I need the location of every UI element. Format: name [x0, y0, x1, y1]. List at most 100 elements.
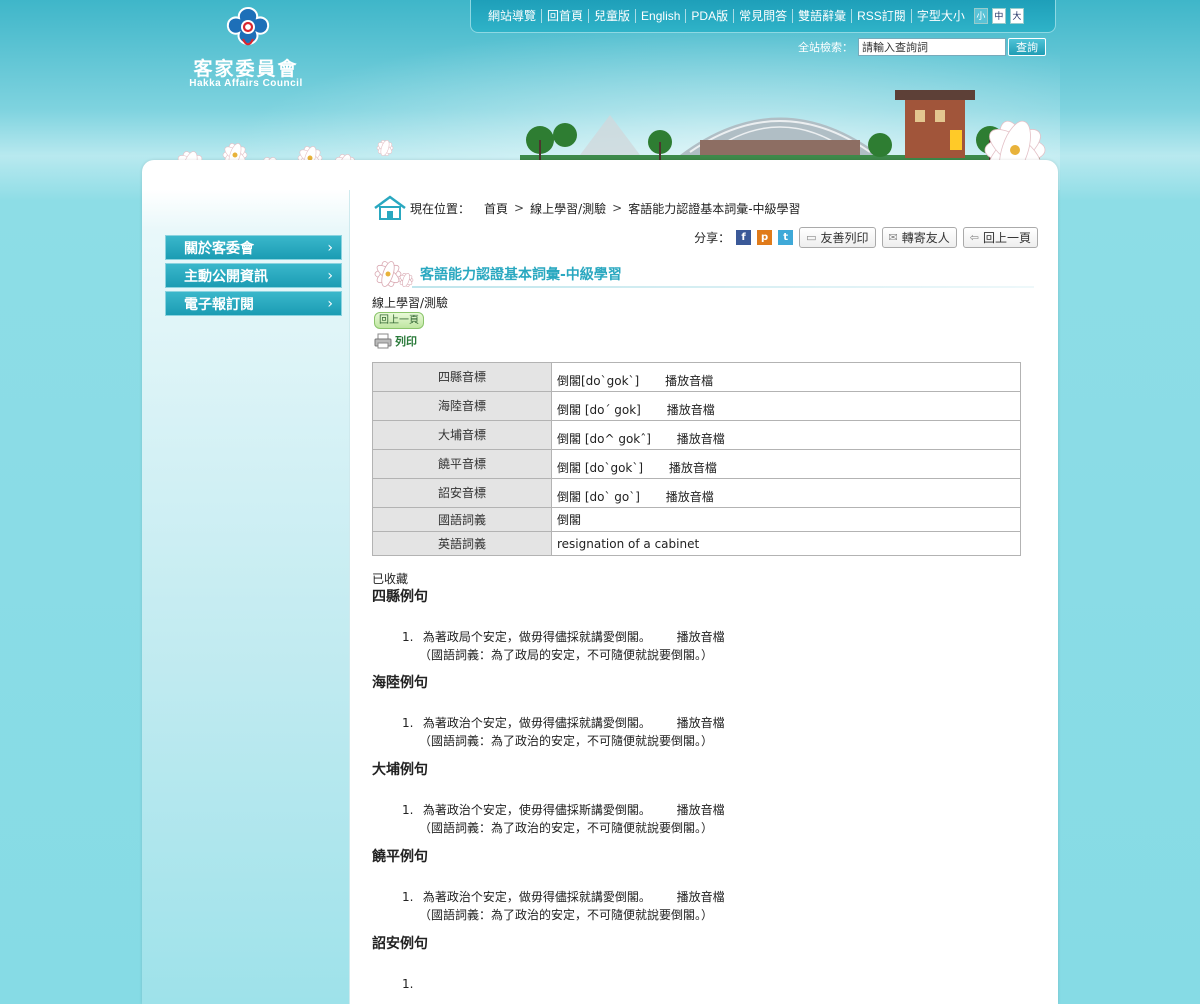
play-audio-link[interactable]: 播放音檔 — [677, 716, 725, 730]
title-divider — [412, 286, 1034, 288]
back-small-button[interactable]: 回上一頁 — [374, 312, 424, 329]
row-value: 倒閣 [do^ gokˆ] 播放音檔 — [551, 420, 1021, 450]
arrow-left-icon: ⇦ — [969, 231, 979, 244]
nav-home[interactable]: 回首頁 — [542, 9, 590, 23]
list-item: 1. 為著政局个安定，做毋得儘採就講愛倒閣。 播放音檔 （國語詞義：為了政局的安… — [402, 628, 872, 664]
row-label: 饒平音標 — [372, 449, 552, 479]
plurk-icon[interactable]: p — [757, 230, 773, 245]
example-section-title: 大埔例句 — [372, 762, 428, 778]
breadcrumb-home[interactable]: 首頁 — [484, 200, 508, 217]
table-row: 大埔音標 倒閣 [do^ gokˆ] 播放音檔 — [372, 420, 1021, 450]
back-button[interactable]: ⇦ 回上一頁 — [962, 227, 1038, 248]
example-sentence: 為著政治个安定，做毋得儘採就講愛倒閣。 — [422, 716, 651, 730]
item-number: 1. — [402, 977, 414, 991]
row-label: 海陸音標 — [372, 391, 552, 421]
category-label: 線上學習/測驗 — [372, 296, 449, 310]
collected-status: 已收藏 — [372, 572, 409, 586]
row-value: 倒閣 — [551, 507, 1021, 532]
print-link[interactable]: 列印 — [374, 333, 417, 349]
row-value: 倒閣[do`gok`] 播放音檔 — [551, 362, 1021, 392]
nav-glossary[interactable]: 雙語辭彙 — [793, 9, 853, 23]
pronunciation-text: 倒閣 [do`gok`] — [557, 461, 644, 475]
item-number: 1. — [402, 716, 414, 730]
font-size-medium-button[interactable]: 中 — [991, 8, 1006, 24]
home-icon — [374, 195, 406, 220]
print-label: 列印 — [395, 335, 417, 348]
row-value: 倒閣 [do´ gok] 播放音檔 — [551, 391, 1021, 421]
breadcrumb-online-learning[interactable]: 線上學習/測驗 — [530, 200, 606, 217]
row-label: 大埔音標 — [372, 420, 552, 450]
facebook-icon[interactable]: f — [736, 230, 752, 245]
play-audio-link[interactable]: 播放音檔 — [665, 374, 713, 388]
breadcrumb: 現在位置： 首頁 > 線上學習/測驗 > 客語能力認證基本詞彙-中級學習 — [372, 194, 801, 222]
sidebar-item-label: 電子報訂閱 — [184, 296, 254, 313]
friendly-print-label: 友善列印 — [820, 231, 869, 245]
item-number: 1. — [402, 890, 414, 904]
search-input[interactable] — [858, 38, 1006, 56]
play-audio-link[interactable]: 播放音檔 — [667, 403, 715, 417]
printer-icon: ▭ — [806, 231, 817, 244]
font-size-large-button[interactable]: 大 — [1009, 8, 1024, 24]
sidebar-item-label: 主動公開資訊 — [184, 268, 268, 285]
hakka-logo-icon — [226, 6, 270, 46]
list-item: 1. 為著政治个安定，使毋得儘採斯講愛倒閣。 播放音檔 （國語詞義：為了政治的安… — [402, 801, 872, 837]
sidebar-item-about[interactable]: 關於客委會 › — [165, 235, 342, 260]
sidebar-item-label: 關於客委會 — [184, 240, 254, 257]
example-section: 海陸例句 1. 為著政治个安定，做毋得儘採就講愛倒閣。 播放音檔 （國語詞義：為… — [372, 672, 872, 750]
site-logo[interactable]: 客家委員會 Hakka Affairs Council — [186, 6, 306, 92]
table-row: 國語詞義 倒閣 — [372, 507, 1021, 532]
table-row: 四縣音標 倒閣[do`gok`] 播放音檔 — [372, 362, 1021, 392]
list-item: 1. 為著政治个安定，做毋得儘採就講愛倒閣。 播放音檔 （國語詞義：為了政治的安… — [402, 888, 872, 924]
row-label: 英語詞義 — [372, 531, 552, 556]
sidebar-item-newsletter[interactable]: 電子報訂閱 › — [165, 291, 342, 316]
sidebar-item-public-info[interactable]: 主動公開資訊 › — [165, 263, 342, 288]
forward-to-friend-button[interactable]: ✉ 轉寄友人 — [881, 227, 957, 248]
nav-pda[interactable]: PDA版 — [686, 9, 735, 23]
twitter-icon[interactable]: t — [778, 230, 794, 245]
row-label: 國語詞義 — [372, 507, 552, 532]
nav-font-size-label: 字型大小 — [916, 9, 965, 23]
share-label: 分享： — [694, 231, 731, 245]
example-section-title: 詔安例句 — [372, 936, 428, 952]
breadcrumb-separator: > — [514, 201, 525, 215]
pronunciation-text: 倒閣 [do^ gokˆ] — [557, 432, 651, 446]
list-item: 1. 為著政治个安定，做毋得儘採就講愛倒閣。 播放音檔 （國語詞義：為了政治的安… — [402, 714, 872, 750]
nav-rss[interactable]: RSS訂閱 — [852, 9, 912, 23]
pronunciation-text: 倒閣 [do` go`] — [557, 490, 640, 504]
back-label: 回上一頁 — [982, 231, 1031, 245]
example-translation: （國語詞義：為了政治的安定，不可隨便就說要倒閣。） — [419, 908, 714, 922]
example-section-title: 四縣例句 — [372, 589, 428, 605]
list-item: 1. — [402, 975, 872, 993]
flower-icon — [374, 261, 414, 288]
play-audio-link[interactable]: 播放音檔 — [677, 432, 725, 446]
play-audio-link[interactable]: 播放音檔 — [666, 490, 714, 504]
nav-faq[interactable]: 常見問答 — [734, 9, 794, 23]
breadcrumb-current[interactable]: 客語能力認證基本詞彙-中級學習 — [628, 200, 800, 217]
item-number: 1. — [402, 630, 414, 644]
play-audio-link[interactable]: 播放音檔 — [677, 630, 725, 644]
play-audio-link[interactable]: 播放音檔 — [669, 461, 717, 475]
friendly-print-button[interactable]: ▭ 友善列印 — [799, 227, 876, 248]
logo-english-name: Hakka Affairs Council — [189, 78, 303, 89]
item-number: 1. — [402, 803, 414, 817]
nav-kids[interactable]: 兒童版 — [589, 9, 637, 23]
envelope-icon: ✉ — [888, 231, 898, 244]
nav-sitemap[interactable]: 網站導覽 — [483, 9, 543, 23]
nav-english[interactable]: English — [636, 9, 687, 23]
sidebar-menu: 關於客委會 › 主動公開資訊 › 電子報訂閱 › — [165, 235, 342, 319]
row-label: 詔安音標 — [372, 478, 552, 508]
row-value: 倒閣 [do`gok`] 播放音檔 — [551, 449, 1021, 479]
logo-chinese-name: 客家委員會 — [193, 58, 299, 80]
chevron-right-icon: › — [327, 267, 333, 284]
example-section-title: 饒平例句 — [372, 849, 428, 865]
word-pronunciation-table: 四縣音標 倒閣[do`gok`] 播放音檔 海陸音標 倒閣 [do´ gok] … — [372, 362, 1021, 556]
font-size-small-button[interactable]: 小 — [973, 8, 988, 24]
play-audio-link[interactable]: 播放音檔 — [677, 890, 725, 904]
example-section-title: 海陸例句 — [372, 675, 428, 691]
page-title: 客語能力認證基本詞彙-中級學習 — [420, 267, 622, 283]
table-row: 詔安音標 倒閣 [do` go`] 播放音檔 — [372, 478, 1021, 508]
play-audio-link[interactable]: 播放音檔 — [677, 803, 725, 817]
search-button[interactable]: 查詢 — [1008, 38, 1046, 56]
pronunciation-text: 倒閣 [do´ gok] — [557, 403, 641, 417]
row-value: 倒閣 [do` go`] 播放音檔 — [551, 478, 1021, 508]
